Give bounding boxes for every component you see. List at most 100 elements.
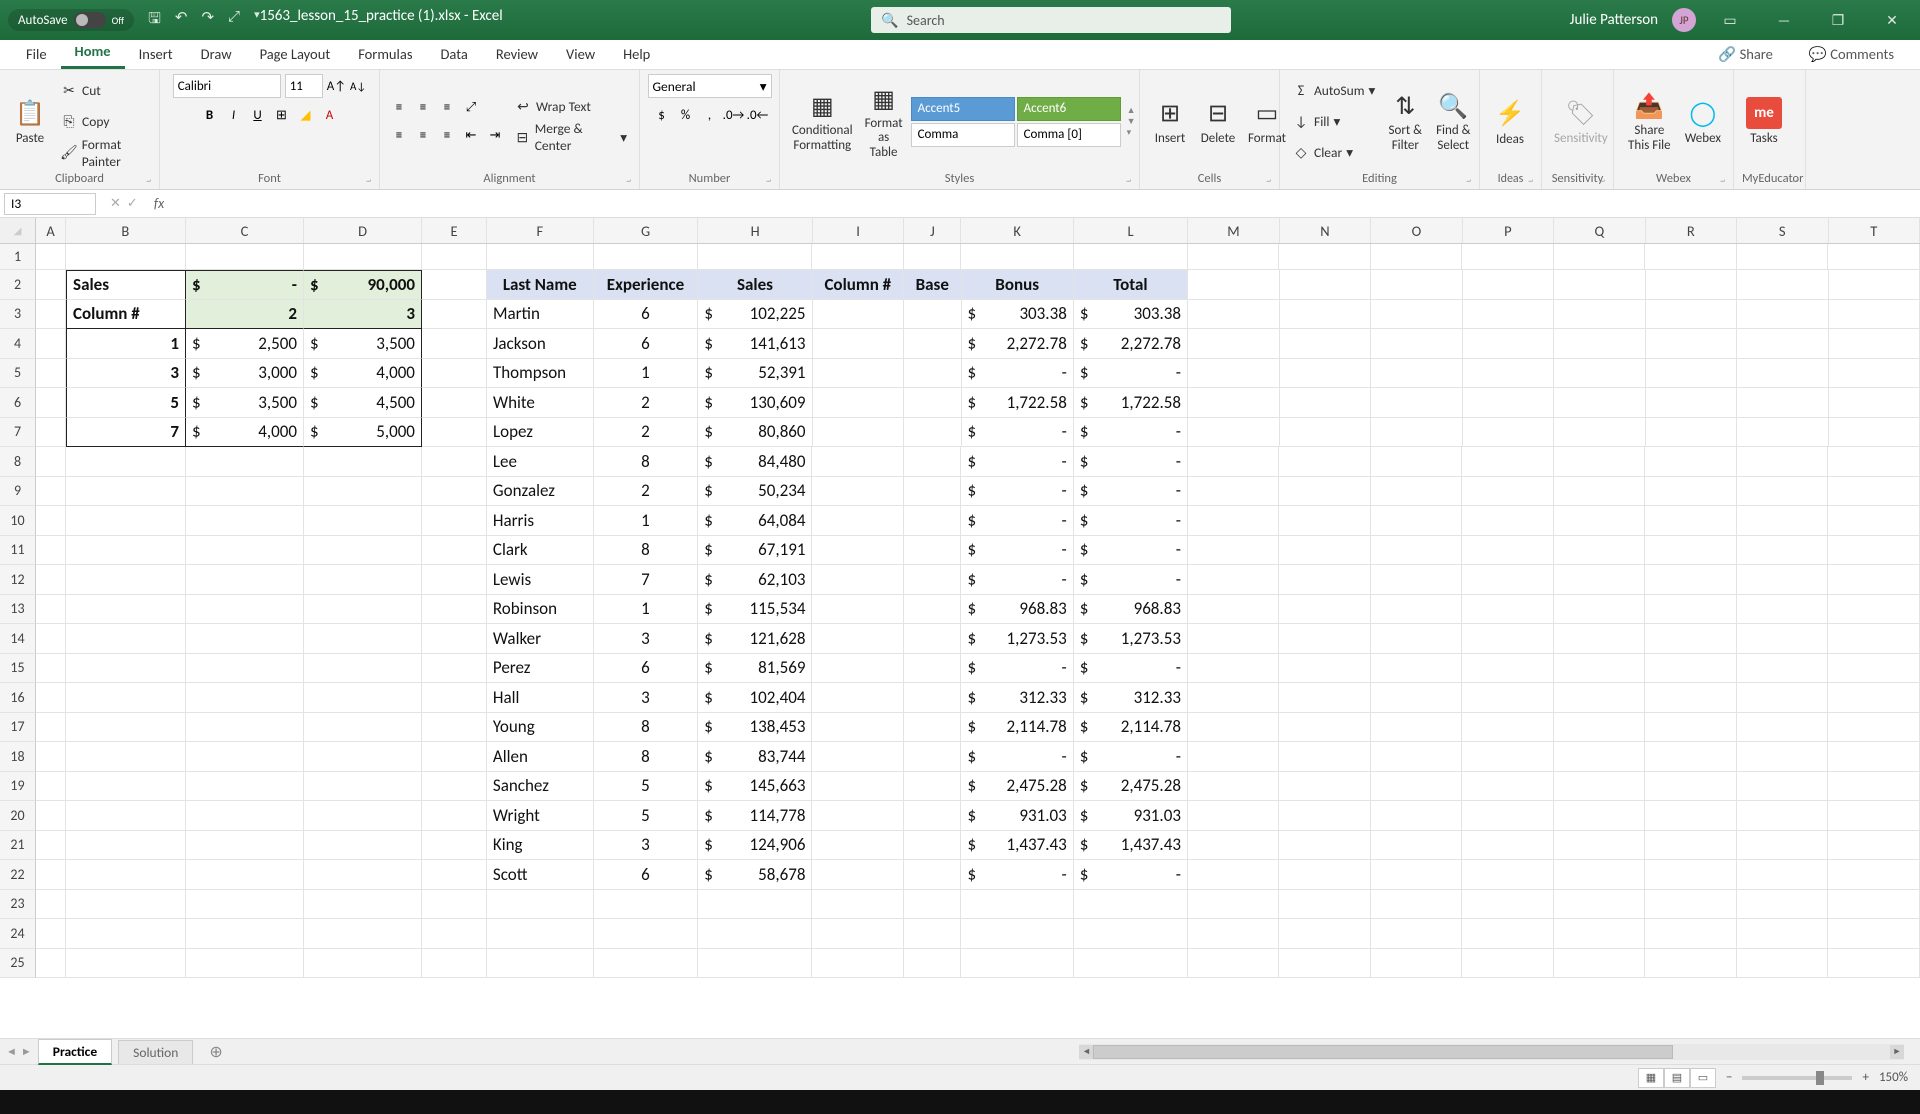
- cell[interactable]: [422, 801, 487, 831]
- cell[interactable]: [1463, 329, 1555, 359]
- cell[interactable]: $121,628: [698, 624, 812, 654]
- decrease-decimal-icon[interactable]: .0←: [747, 104, 769, 126]
- cell[interactable]: [812, 713, 904, 743]
- cell[interactable]: [904, 860, 961, 890]
- align-middle-icon[interactable]: ≡: [412, 97, 434, 119]
- cell[interactable]: [422, 742, 487, 772]
- cell[interactable]: $3,000: [186, 359, 304, 389]
- cell[interactable]: [812, 801, 904, 831]
- cell[interactable]: [1645, 595, 1737, 625]
- cell[interactable]: [1462, 919, 1554, 949]
- cell[interactable]: [1188, 654, 1280, 684]
- tab-page-layout[interactable]: Page Layout: [246, 39, 345, 69]
- cell[interactable]: [1188, 506, 1280, 536]
- cell[interactable]: $1,722.58: [962, 388, 1074, 418]
- cell[interactable]: [1737, 624, 1829, 654]
- cell[interactable]: 1: [594, 506, 699, 536]
- cell[interactable]: [904, 359, 961, 389]
- cell[interactable]: [1463, 418, 1555, 448]
- cell[interactable]: [1645, 683, 1737, 713]
- cell[interactable]: [186, 713, 304, 743]
- cell[interactable]: [66, 890, 186, 920]
- cell[interactable]: [904, 713, 961, 743]
- cell[interactable]: [904, 477, 961, 507]
- cell[interactable]: [904, 624, 961, 654]
- cell[interactable]: [904, 801, 961, 831]
- cell[interactable]: $4,500: [304, 388, 422, 418]
- cell[interactable]: [66, 447, 186, 477]
- cell[interactable]: [1279, 831, 1371, 861]
- cell[interactable]: [1463, 388, 1555, 418]
- copy-button[interactable]: ⎘Copy: [56, 107, 151, 136]
- cell[interactable]: [66, 772, 186, 802]
- font-color-button[interactable]: A: [319, 104, 341, 126]
- cell[interactable]: [66, 801, 186, 831]
- cell[interactable]: [1463, 300, 1555, 330]
- cell[interactable]: $-: [1074, 536, 1188, 566]
- cell[interactable]: [1554, 860, 1646, 890]
- cell[interactable]: [1279, 477, 1371, 507]
- cell[interactable]: [304, 477, 422, 507]
- cell[interactable]: $141,613: [698, 329, 812, 359]
- font-size-select[interactable]: 11: [285, 74, 323, 98]
- cell[interactable]: [422, 359, 487, 389]
- cell[interactable]: 3: [594, 624, 699, 654]
- cell[interactable]: [1737, 949, 1829, 979]
- username-label[interactable]: Julie Patterson: [1570, 11, 1658, 29]
- cell[interactable]: Gonzalez: [487, 477, 594, 507]
- cell[interactable]: 2: [594, 477, 699, 507]
- row-header[interactable]: 4: [0, 329, 36, 359]
- cell[interactable]: [1554, 359, 1646, 389]
- name-box[interactable]: I3: [4, 193, 96, 215]
- cell[interactable]: [422, 831, 487, 861]
- cell[interactable]: 8: [594, 713, 699, 743]
- cell[interactable]: [813, 359, 905, 389]
- cell[interactable]: 3: [594, 683, 699, 713]
- share-file-button[interactable]: 📤Share This File: [1622, 88, 1677, 155]
- number-format-select[interactable]: General▾: [648, 74, 772, 98]
- cell[interactable]: $-: [1074, 447, 1188, 477]
- cell[interactable]: [186, 595, 304, 625]
- cell[interactable]: $-: [961, 477, 1073, 507]
- cell[interactable]: [1828, 949, 1920, 979]
- cell[interactable]: [36, 713, 66, 743]
- cell[interactable]: [1554, 624, 1646, 654]
- column-header[interactable]: G: [594, 218, 699, 243]
- cell[interactable]: [1188, 860, 1280, 890]
- accounting-icon[interactable]: $: [651, 104, 673, 126]
- cell[interactable]: [1645, 477, 1737, 507]
- cell[interactable]: [1645, 949, 1737, 979]
- cell[interactable]: [186, 244, 304, 270]
- cell[interactable]: [66, 565, 186, 595]
- cell[interactable]: Wright: [487, 801, 594, 831]
- fill-color-button[interactable]: ◢: [295, 104, 317, 126]
- cell[interactable]: [66, 831, 186, 861]
- cell[interactable]: [904, 447, 961, 477]
- cell[interactable]: $312.33: [1074, 683, 1188, 713]
- save-icon[interactable]: 🖫: [148, 8, 161, 33]
- row-header[interactable]: 1: [0, 244, 36, 270]
- search-input[interactable]: 🔍 Search: [871, 7, 1231, 33]
- cell[interactable]: [304, 919, 422, 949]
- cell[interactable]: $124,906: [698, 831, 812, 861]
- cell[interactable]: [1554, 801, 1646, 831]
- row-header[interactable]: 20: [0, 801, 36, 831]
- insert-cells-button[interactable]: ⊞Insert: [1148, 95, 1192, 148]
- row-header[interactable]: 21: [0, 831, 36, 861]
- cell[interactable]: [36, 418, 66, 448]
- font-name-select[interactable]: Calibri: [173, 74, 281, 98]
- cell[interactable]: [422, 919, 487, 949]
- cell[interactable]: $-: [1074, 359, 1188, 389]
- cell[interactable]: [1462, 742, 1554, 772]
- cell[interactable]: [422, 565, 487, 595]
- cell[interactable]: [66, 654, 186, 684]
- comma-icon[interactable]: ,: [699, 104, 721, 126]
- cell[interactable]: [594, 949, 699, 979]
- cell[interactable]: [1462, 447, 1554, 477]
- cell[interactable]: [1371, 860, 1463, 890]
- cell[interactable]: [1279, 713, 1371, 743]
- cell[interactable]: [1554, 536, 1646, 566]
- cell[interactable]: Sales: [698, 270, 812, 300]
- column-header[interactable]: J: [904, 218, 961, 243]
- cell[interactable]: $58,678: [698, 860, 812, 890]
